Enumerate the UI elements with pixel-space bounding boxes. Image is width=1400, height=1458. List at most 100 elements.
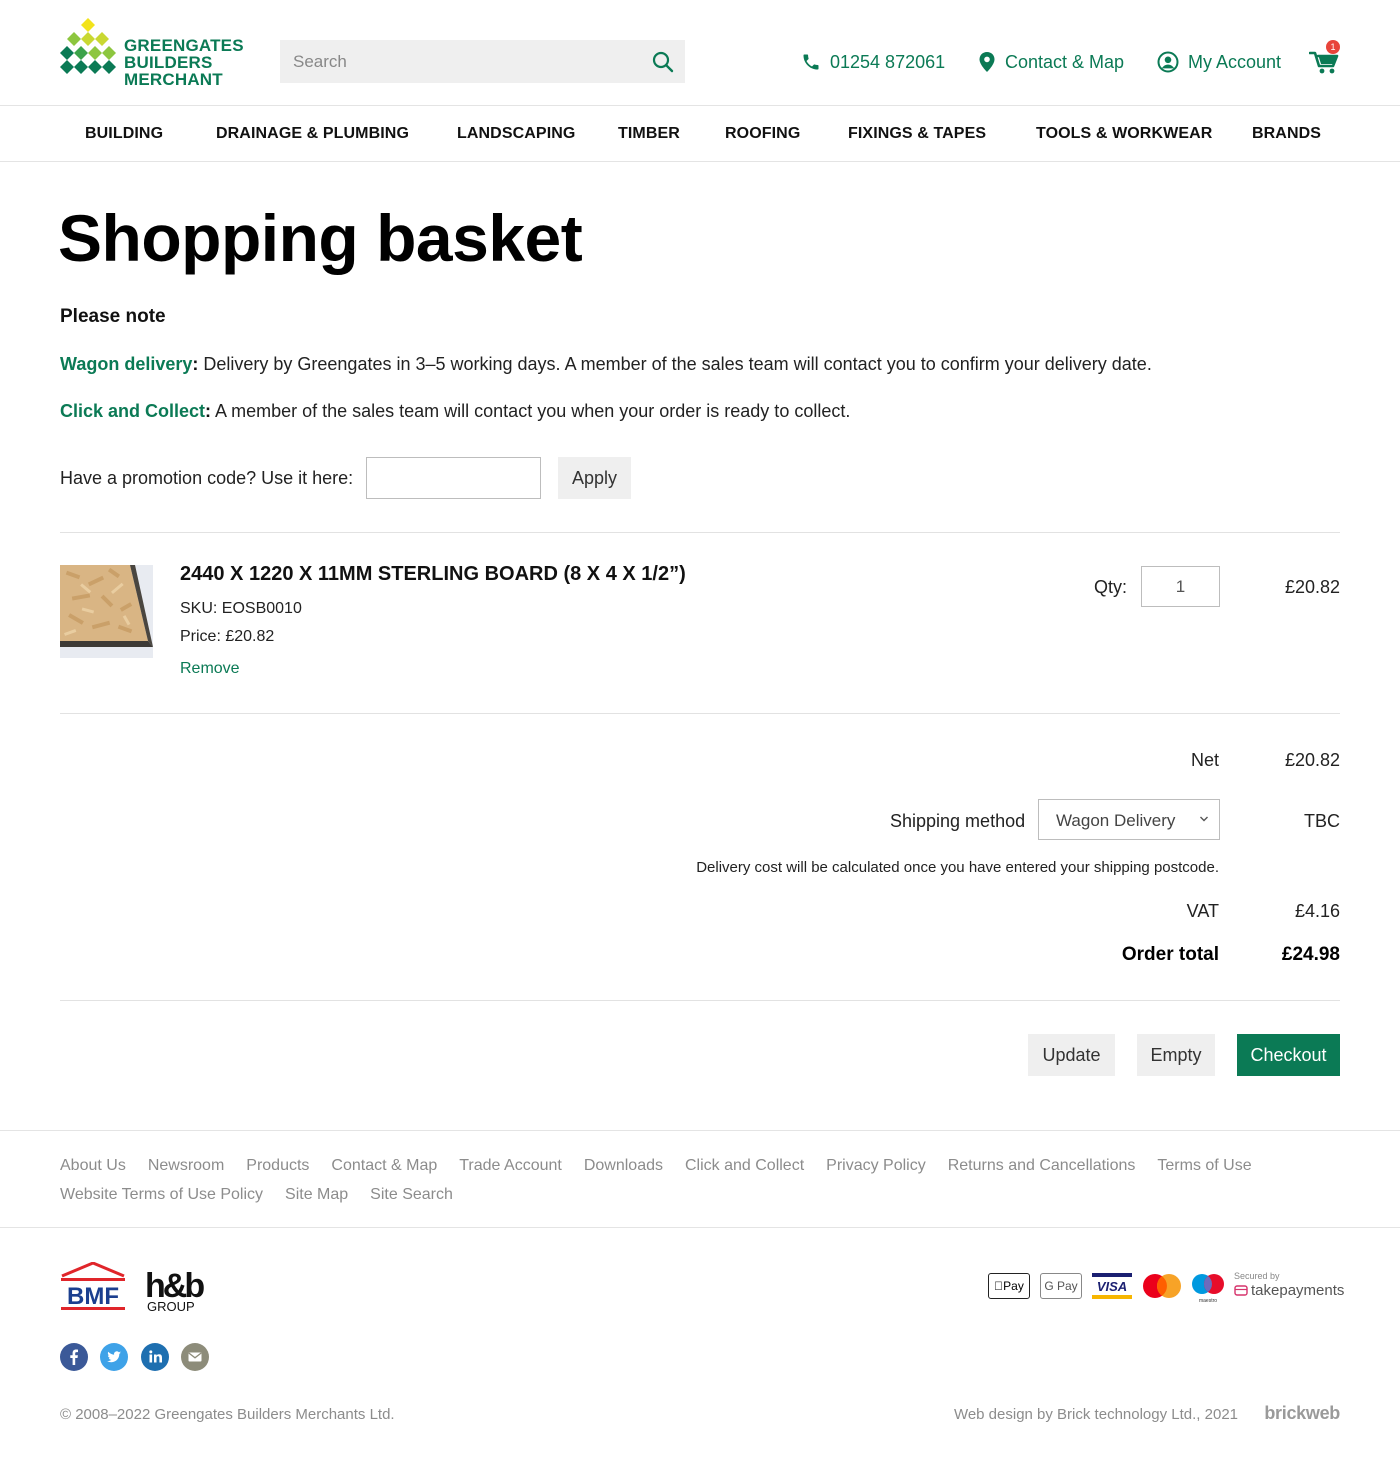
divider <box>60 713 1340 714</box>
email-link[interactable] <box>181 1343 209 1371</box>
site-logo[interactable]: GREENGATES BUILDERS MERCHANT <box>60 18 250 90</box>
nav-item-drainage-plumbing[interactable]: DRAINAGE & PLUMBING <box>216 125 409 143</box>
linkedin-icon <box>149 1350 162 1363</box>
click-collect-label: Click and Collect <box>60 401 206 421</box>
apple-pay-icon: Pay <box>988 1273 1030 1299</box>
product-thumbnail[interactable] <box>60 565 153 658</box>
secured-by-text: Secured by <box>1234 1271 1280 1281</box>
takepayments-logo: Secured by takepayments <box>1234 1271 1344 1301</box>
main-nav: BUILDING DRAINAGE & PLUMBING LANDSCAPING… <box>0 106 1400 162</box>
delivery-cost-note: Delivery cost will be calculated once yo… <box>696 859 1219 876</box>
maestro-icon: maestro <box>1192 1274 1224 1303</box>
nav-item-building[interactable]: BUILDING <box>85 125 163 143</box>
linkedin-link[interactable] <box>141 1343 169 1371</box>
remove-item-link[interactable]: Remove <box>180 660 240 678</box>
nav-item-fixings-tapes[interactable]: FIXINGS & TAPES <box>848 125 986 143</box>
apply-button[interactable]: Apply <box>558 457 631 499</box>
chevron-down-icon <box>1200 816 1208 822</box>
footer-link[interactable]: Site Map <box>285 1185 348 1205</box>
footer-link[interactable]: Click and Collect <box>685 1156 804 1176</box>
site-header: GREENGATES BUILDERS MERCHANT 01254 87206… <box>0 0 1400 106</box>
visa-icon: VISA <box>1092 1273 1132 1299</box>
product-name-link[interactable]: 2440 X 1220 X 11MM STERLING BOARD (8 X 4… <box>180 563 686 586</box>
mastercard-icon <box>1143 1274 1181 1298</box>
footer-links-bar: About Us Newsroom Products Contact & Map… <box>0 1130 1400 1228</box>
footer-link[interactable]: About Us <box>60 1156 126 1176</box>
nav-item-timber[interactable]: TIMBER <box>618 125 680 143</box>
bmf-logo[interactable]: BMF <box>60 1262 126 1312</box>
nav-item-tools-workwear[interactable]: TOOLS & WORKWEAR <box>1036 125 1212 143</box>
brickweb-logo[interactable]: brickweb <box>1264 1403 1340 1424</box>
google-pay-icon: G Pay <box>1040 1273 1082 1299</box>
footer-link[interactable]: Privacy Policy <box>826 1156 926 1176</box>
nav-item-brands[interactable]: BRANDS <box>1252 125 1321 143</box>
visa-text: VISA <box>1097 1279 1127 1294</box>
bmf-logo-text: BMF <box>67 1283 119 1310</box>
cart-count-badge: 1 <box>1326 40 1340 54</box>
takepayments-text: takepayments <box>1251 1282 1345 1299</box>
email-icon <box>188 1352 202 1362</box>
footer-links: About Us Newsroom Products Contact & Map… <box>60 1156 1260 1205</box>
footer-link[interactable]: Site Search <box>370 1185 453 1205</box>
shipping-cost: TBC <box>1304 811 1340 831</box>
user-icon <box>1157 51 1179 73</box>
net-label: Net <box>1190 750 1219 770</box>
click-collect-text: A member of the sales team will contact … <box>211 401 851 421</box>
contact-map-label: Contact & Map <box>1005 51 1125 72</box>
wagon-delivery-label: Wagon delivery <box>60 354 193 374</box>
nav-item-landscaping[interactable]: LANDSCAPING <box>457 125 575 143</box>
search-input[interactable] <box>280 40 640 83</box>
logo-line: BUILDERS <box>124 53 213 72</box>
footer-link[interactable]: Products <box>246 1156 309 1176</box>
logo-line: MERCHANT <box>124 70 223 89</box>
empty-button[interactable]: Empty <box>1137 1034 1215 1076</box>
logo-line: GREENGATES <box>124 36 244 55</box>
nav-item-roofing[interactable]: ROOFING <box>725 125 800 143</box>
facebook-link[interactable] <box>60 1343 88 1371</box>
note-heading: Please note <box>60 306 166 327</box>
footer-link[interactable]: Website Terms of Use Policy <box>60 1185 263 1205</box>
page-title: Shopping basket <box>58 201 583 275</box>
apple-pay-text: Pay <box>998 1279 1024 1293</box>
footer-link[interactable]: Newsroom <box>148 1156 224 1176</box>
footer-link[interactable]: Contact & Map <box>331 1156 437 1176</box>
maestro-text: maestro <box>1199 1298 1217 1303</box>
divider <box>60 1000 1340 1001</box>
card-icon <box>1234 1285 1248 1296</box>
promo-code-input[interactable] <box>366 457 541 499</box>
wagon-delivery-note: Wagon delivery: Delivery by Greengates i… <box>60 354 1152 375</box>
divider <box>60 532 1340 533</box>
shipping-method-select[interactable]: Wagon Delivery <box>1038 799 1220 840</box>
hb-group-text: GROUP <box>147 1299 195 1313</box>
footer-link[interactable]: Terms of Use <box>1157 1156 1251 1176</box>
map-pin-icon <box>979 52 995 72</box>
search-icon[interactable] <box>651 50 675 74</box>
phone-link[interactable]: 01254 872061 <box>801 50 945 74</box>
phone-number: 01254 872061 <box>830 51 946 72</box>
order-total-label: Order total <box>1121 944 1219 965</box>
logo-wordmark: GREENGATES BUILDERS MERCHANT <box>124 37 244 88</box>
line-total: £20.82 <box>1284 577 1340 597</box>
contact-map-link[interactable]: Contact & Map <box>978 50 1124 74</box>
checkout-button[interactable]: Checkout <box>1237 1034 1340 1076</box>
osb-board-image <box>60 565 153 658</box>
net-value: £20.82 <box>1284 750 1340 770</box>
footer-link[interactable]: Downloads <box>584 1156 663 1176</box>
footer-link[interactable]: Returns and Cancellations <box>948 1156 1136 1176</box>
vat-label: VAT <box>1186 901 1219 921</box>
my-account-label: My Account <box>1188 51 1282 72</box>
web-design-credit: Web design by Brick technology Ltd., 202… <box>953 1406 1238 1423</box>
shipping-method-value: Wagon Delivery <box>1056 811 1176 830</box>
quantity-input[interactable] <box>1141 566 1220 607</box>
my-account-link[interactable]: My Account <box>1157 50 1281 74</box>
update-button[interactable]: Update <box>1028 1034 1115 1076</box>
twitter-link[interactable] <box>100 1343 128 1371</box>
footer-link[interactable]: Trade Account <box>459 1156 562 1176</box>
takepayments-brand: takepayments <box>1234 1282 1344 1299</box>
click-collect-note: Click and Collect: A member of the sales… <box>60 401 850 422</box>
facebook-icon <box>70 1349 78 1365</box>
shipping-method-label: Shipping method <box>890 811 1026 831</box>
hb-group-logo[interactable]: h&b GROUP <box>145 1263 207 1313</box>
promo-label: Have a promotion code? Use it here: <box>60 468 354 488</box>
cart-button[interactable]: 1 <box>1308 40 1343 76</box>
